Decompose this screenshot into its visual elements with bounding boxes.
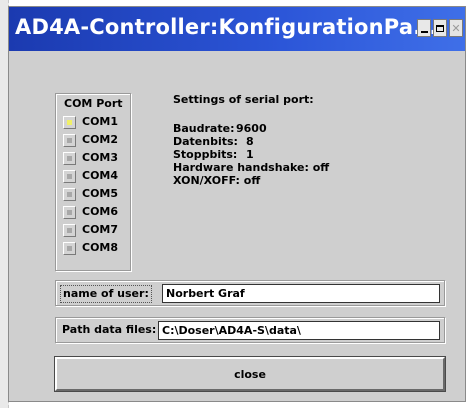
- window-body: COM Port COM1 COM2 COM3 COM4 COM5 COM6 C…: [9, 51, 465, 401]
- maximize-icon: [436, 24, 444, 32]
- serial-settings-panel: Settings of serial port: Baudrate: 9600 D…: [173, 93, 393, 187]
- radio-dot-icon: [67, 174, 72, 179]
- com-port-item-com5[interactable]: COM5: [63, 186, 125, 204]
- com-port-label: COM6: [82, 205, 119, 218]
- data-path-input[interactable]: C:\Doser\AD4A-S\data\: [158, 321, 440, 340]
- com-port-item-com2[interactable]: COM2: [63, 132, 125, 150]
- com-radio-button[interactable]: [63, 206, 76, 219]
- radio-dot-icon: [67, 192, 72, 197]
- com-port-label: COM2: [82, 133, 119, 146]
- com-port-item-com4[interactable]: COM4: [63, 168, 125, 186]
- xonxoff-setting: XON/XOFF: off: [173, 174, 261, 187]
- com-radio-button[interactable]: [63, 170, 76, 183]
- window-title: AD4A-Controller:KonfigurationPa...: [15, 15, 438, 39]
- baudrate-value: 9600: [236, 122, 267, 135]
- com-radio-button[interactable]: [63, 224, 76, 237]
- data-path-group: Path data files: C:\Doser\AD4A-S\data\: [55, 317, 445, 343]
- com-port-item-com1[interactable]: COM1: [63, 114, 125, 132]
- databits-value: 8: [246, 135, 254, 148]
- user-name-input[interactable]: Norbert Graf: [162, 284, 440, 303]
- close-icon: ✕: [451, 21, 461, 35]
- com-port-label: COM5: [82, 187, 119, 200]
- baudrate-row: Baudrate: 9600: [173, 122, 393, 135]
- com-port-group: COM Port COM1 COM2 COM3 COM4 COM5 COM6 C…: [55, 93, 131, 271]
- com-radio-button[interactable]: [63, 242, 76, 255]
- com-port-label: COM3: [82, 151, 119, 164]
- close-window-button[interactable]: ✕: [449, 19, 463, 37]
- radio-dot-icon: [67, 210, 72, 215]
- com-port-label: COM4: [82, 169, 119, 182]
- close-button[interactable]: close: [54, 356, 446, 392]
- stopbits-label: Stoppbits:: [173, 148, 238, 161]
- stopbits-row: Stoppbits: 1: [173, 148, 393, 161]
- selected-indicator-icon: [67, 120, 72, 125]
- com-port-list: COM1 COM2 COM3 COM4 COM5 COM6 COM7 COM8: [63, 114, 125, 258]
- com-port-item-com3[interactable]: COM3: [63, 150, 125, 168]
- com-port-label: COM8: [82, 241, 119, 254]
- minimize-button[interactable]: [417, 19, 431, 37]
- handshake-setting: Hardware handshake: off: [173, 161, 330, 174]
- settings-heading: Settings of serial port:: [173, 93, 314, 106]
- configuration-window: AD4A-Controller:KonfigurationPa... ✕ COM…: [8, 6, 466, 402]
- com-port-item-com6[interactable]: COM6: [63, 204, 125, 222]
- data-path-label: Path data files:: [62, 323, 157, 336]
- databits-label: Datenbits:: [173, 135, 238, 148]
- user-name-group: name of user: Norbert Graf: [55, 280, 445, 306]
- com-radio-button[interactable]: [63, 134, 76, 147]
- baudrate-label: Baudrate:: [173, 122, 235, 135]
- com-port-title: COM Port: [64, 97, 123, 110]
- com-port-label: COM1: [82, 115, 119, 128]
- minimize-icon: [420, 31, 428, 33]
- com-port-item-com8[interactable]: COM8: [63, 240, 125, 258]
- com-port-item-com7[interactable]: COM7: [63, 222, 125, 240]
- com-radio-button[interactable]: [63, 152, 76, 165]
- radio-dot-icon: [67, 138, 72, 143]
- radio-dot-icon: [67, 228, 72, 233]
- com-port-label: COM7: [82, 223, 119, 236]
- title-bar[interactable]: AD4A-Controller:KonfigurationPa... ✕: [9, 7, 465, 51]
- radio-dot-icon: [67, 156, 72, 161]
- databits-row: Datenbits: 8: [173, 135, 393, 148]
- com-radio-button[interactable]: [63, 188, 76, 201]
- radio-dot-icon: [67, 246, 72, 251]
- maximize-button[interactable]: [433, 19, 447, 37]
- stopbits-value: 1: [246, 148, 254, 161]
- user-name-label: name of user:: [60, 285, 152, 303]
- com-radio-button[interactable]: [63, 116, 76, 129]
